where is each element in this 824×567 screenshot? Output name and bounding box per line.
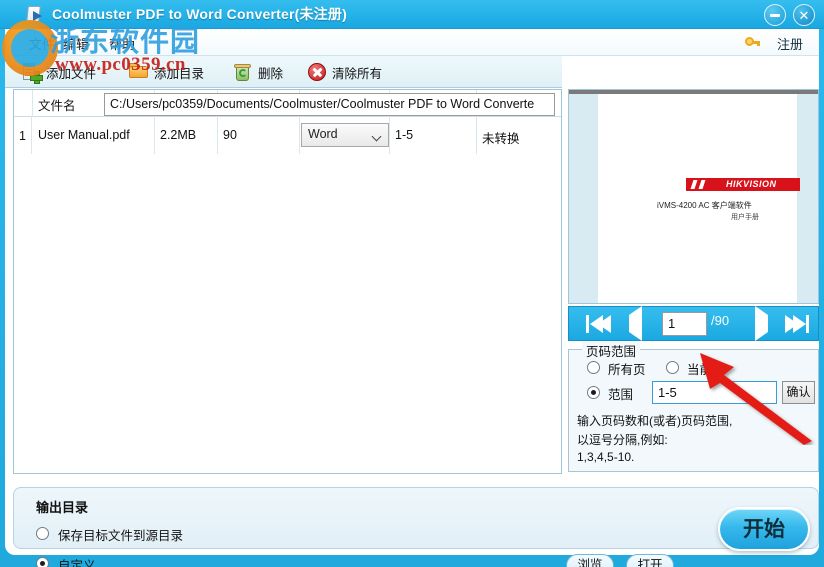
close-button[interactable]: ✕ bbox=[793, 4, 815, 26]
add-file-button[interactable]: 添加文件 bbox=[15, 58, 102, 86]
radio-all-pages[interactable] bbox=[587, 361, 600, 374]
label-custom-dir[interactable]: 自定义 bbox=[58, 555, 96, 567]
hikvision-logo: HIKVISION bbox=[686, 178, 800, 191]
radio-save-to-source[interactable] bbox=[36, 527, 49, 540]
cell-filename: User Manual.pdf bbox=[38, 128, 130, 142]
hint-line-2: 以逗号分隔,例如: bbox=[577, 433, 668, 447]
preview-navigation-bar: 1 /90 bbox=[568, 306, 819, 341]
menu-item-file[interactable]: 文件 bbox=[29, 34, 55, 53]
open-button[interactable]: 打开 bbox=[626, 554, 674, 567]
red-x-icon bbox=[307, 62, 327, 82]
confirm-button[interactable]: 确认 bbox=[782, 381, 815, 404]
prev-page-button[interactable] bbox=[629, 306, 642, 341]
chevron-down-icon bbox=[371, 131, 382, 142]
output-type-value: Word bbox=[308, 127, 338, 141]
minimize-button[interactable] bbox=[764, 4, 786, 26]
label-save-to-source[interactable]: 保存目标文件到源目录 bbox=[58, 525, 183, 544]
output-path-input[interactable]: C:/Users/pc0359/Documents/Coolmuster/Coo… bbox=[104, 93, 555, 116]
radio-custom-dir[interactable] bbox=[36, 557, 49, 567]
output-directory-title: 输出目录 bbox=[36, 500, 89, 515]
page-range-input[interactable]: 1-5 bbox=[652, 381, 777, 404]
browse-button[interactable]: 浏览 bbox=[566, 554, 614, 567]
add-folder-button[interactable]: 添加目录 bbox=[123, 58, 210, 86]
first-page-button[interactable] bbox=[586, 315, 611, 333]
output-directory-section: 输出目录 保存目标文件到源目录 自定义 bbox=[13, 487, 819, 567]
last-page-button[interactable] bbox=[785, 315, 809, 333]
file-table: 文件名 大小 总页数 输出类型 选中页 状态 1 User Manual.pdf… bbox=[13, 89, 562, 474]
window-title: Coolmuster PDF to Word Converter(未注册) bbox=[52, 6, 347, 22]
delete-button[interactable]: 删除 bbox=[227, 58, 289, 86]
start-button[interactable]: 开始 bbox=[718, 507, 810, 551]
radio-range[interactable] bbox=[587, 386, 600, 399]
menu-bar: 文件 编辑 帮助 注册 bbox=[5, 29, 819, 56]
radio-current-page[interactable] bbox=[666, 361, 679, 374]
cell-status: 未转换 bbox=[482, 132, 520, 146]
table-row[interactable]: 1 User Manual.pdf 2.2MB 90 Word 1-5 未转换 bbox=[14, 117, 561, 154]
key-icon bbox=[745, 36, 760, 48]
delete-label: 删除 bbox=[258, 66, 284, 81]
column-header-filename: 文件名 bbox=[38, 99, 76, 113]
register-link[interactable]: 注册 bbox=[777, 34, 803, 53]
clear-all-button[interactable]: 清除所有 bbox=[301, 58, 388, 86]
row-index: 1 bbox=[14, 117, 32, 154]
main-panel: 文件 编辑 帮助 注册 添加文件 添加目录 删除 清除所有 文件名 1 User… bbox=[5, 29, 819, 567]
output-type-select[interactable]: Word bbox=[301, 123, 389, 147]
hint-line-3: 1,3,4,5-10. bbox=[577, 450, 635, 464]
label-all-pages[interactable]: 所有页 bbox=[608, 359, 646, 378]
title-bar: Coolmuster PDF to Word Converter(未注册) ✕ bbox=[0, 0, 824, 29]
trash-icon bbox=[233, 62, 253, 82]
cell-size: 2.2MB bbox=[160, 128, 197, 142]
add-file-label: 添加文件 bbox=[46, 66, 97, 81]
application-window: Coolmuster PDF to Word Converter(未注册) ✕ … bbox=[0, 0, 824, 567]
preview-page: HIKVISION iVMS-4200 AC 客户端软件 用户手册 bbox=[598, 94, 800, 303]
preview-doc-subtitle: 用户手册 bbox=[731, 214, 759, 221]
hint-line-1: 输入页码数和(或者)页码范围, bbox=[577, 414, 733, 428]
folder-icon bbox=[129, 62, 149, 82]
label-current-page[interactable]: 当前页 bbox=[687, 359, 725, 378]
pdf-preview[interactable]: HIKVISION iVMS-4200 AC 客户端软件 用户手册 bbox=[568, 89, 819, 304]
menu-item-edit[interactable]: 编辑 bbox=[63, 34, 89, 53]
hikvision-wordmark: HIKVISION bbox=[726, 179, 777, 189]
preview-doc-title: iVMS-4200 AC 客户端软件 bbox=[657, 201, 752, 210]
app-logo-icon bbox=[24, 5, 46, 24]
cell-pages: 90 bbox=[223, 128, 237, 142]
clear-all-label: 清除所有 bbox=[332, 66, 383, 81]
cell-selected-pages: 1-5 bbox=[395, 128, 414, 142]
page-range-group: 页码范围 所有页 当前页 范围 1-5 确认 输入页码数和(或者)页码范围, 以… bbox=[568, 341, 819, 472]
toolbar: 添加文件 添加目录 删除 清除所有 bbox=[5, 56, 562, 88]
label-range[interactable]: 范围 bbox=[608, 384, 633, 403]
next-page-button[interactable] bbox=[755, 306, 768, 341]
total-pages-label: /90 bbox=[711, 313, 730, 328]
page-range-title: 页码范围 bbox=[582, 341, 641, 360]
add-folder-label: 添加目录 bbox=[154, 66, 205, 81]
add-file-icon bbox=[21, 62, 43, 84]
current-page-input[interactable]: 1 bbox=[662, 312, 707, 336]
menu-item-help[interactable]: 帮助 bbox=[109, 34, 135, 53]
